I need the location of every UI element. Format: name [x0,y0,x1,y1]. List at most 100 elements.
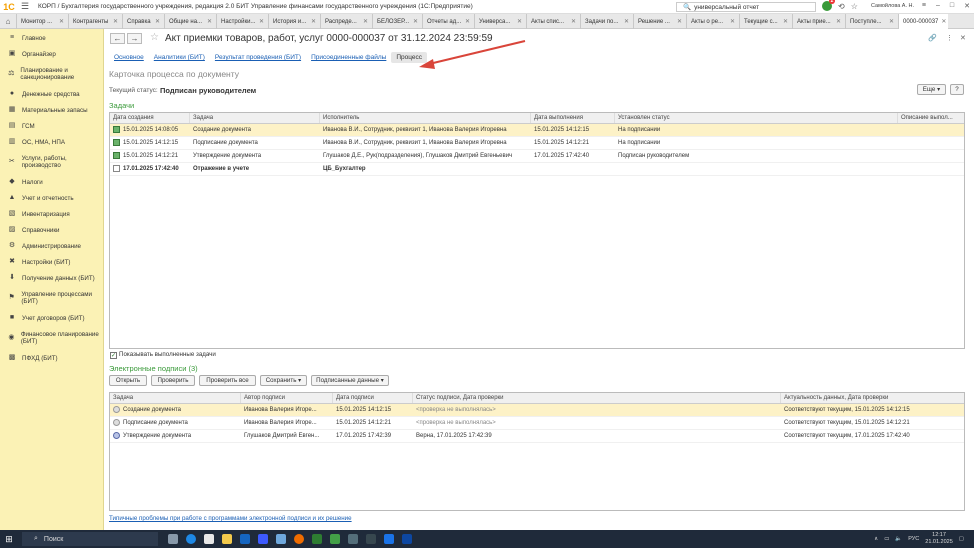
network-icon[interactable]: ▭ [884,536,889,542]
home-icon[interactable]: ⌂ [0,14,16,29]
close-icon[interactable]: ✕ [964,2,970,10]
back-button[interactable]: ← [110,33,125,44]
tab-close-icon[interactable]: ✕ [152,18,160,25]
tab[interactable]: Поступле... ✕ [845,14,898,29]
table-row[interactable]: 17.01.2025 17:42:40 Отражение в учете ЦБ… [110,163,964,176]
tab-close-icon[interactable]: ✕ [360,18,368,25]
history-icon[interactable]: ⟲ [838,2,845,11]
excel-icon[interactable] [312,534,322,544]
sidebar-item-admin[interactable]: ⚙ Администрирование [0,238,103,254]
tab[interactable]: История и... ✕ [268,14,320,29]
signatures-table[interactable]: Задача Автор подписи Дата подписи Статус… [109,392,965,511]
column-header[interactable]: Описание выпол... [898,113,964,123]
more-button[interactable]: Еще ▾ [917,84,946,95]
tab-active[interactable]: 0000-000037 ✕ [898,14,948,29]
notification-center-icon[interactable]: ▢ [959,536,964,542]
column-header[interactable]: Автор подписи [241,393,333,403]
table-row[interactable]: 15.01.2025 14:12:15 Подписание документа… [110,137,964,150]
sidebar-item-fuel[interactable]: ▤ ГСМ [0,118,103,134]
sidebar-item-process[interactable]: ⚑ Управление процессами (БИТ) [0,286,103,310]
tab[interactable]: Настройки... ✕ [216,14,268,29]
notifications-icon[interactable]: 2 [822,0,835,11]
1c-app-icon[interactable] [294,534,304,544]
save-button[interactable]: Сохранить ▾ [260,375,307,386]
tab-close-icon[interactable]: ✕ [727,18,735,25]
tab-close-icon[interactable]: ✕ [514,18,522,25]
tab[interactable]: Акты прие... ✕ [792,14,845,29]
sidebar-item-data-import[interactable]: ⬇ Получение данных (БИТ) [0,270,103,286]
user-name[interactable]: Самойлова А. Н. [871,3,914,9]
calculator-icon[interactable] [366,534,376,544]
tab-close-icon[interactable]: ✕ [674,18,682,25]
signed-data-button[interactable]: Подписанные данные ▾ [311,375,389,386]
sidebar-item-main[interactable]: ≡ Главное [0,30,103,46]
volume-icon[interactable]: 🔈 [895,536,902,542]
tab-close-icon[interactable]: ✕ [568,18,576,25]
tab[interactable]: Акты спис... ✕ [526,14,580,29]
help-button[interactable]: ? [950,84,964,95]
tab-close-icon[interactable]: ✕ [56,18,64,25]
windows-start-icon[interactable]: ⊞ [0,534,18,545]
edge-icon[interactable] [186,534,196,544]
sidebar-item-money[interactable]: ● Денежные средства [0,86,103,102]
app-gray-icon[interactable] [348,534,358,544]
tab[interactable]: Контрагенты ✕ [68,14,122,29]
global-search-input[interactable]: 🔍 универсальный отчет [676,2,816,12]
favorites-icon[interactable]: ☆ [851,2,858,11]
column-header[interactable]: Дата создания [110,113,190,123]
tab-close-icon[interactable]: ✕ [410,18,418,25]
close-form-icon[interactable]: ✕ [960,34,966,42]
tab[interactable]: Справка ✕ [122,14,164,29]
sidebar-item-assets[interactable]: ▥ ОС, НМА, НПА [0,134,103,150]
tab-main[interactable]: Основное [109,52,149,63]
tab-close-icon[interactable]: ✕ [780,18,788,25]
table-row[interactable]: Создание документа Иванова Валерия Игоре… [110,404,964,417]
explorer-icon[interactable] [222,534,232,544]
table-row[interactable]: 15.01.2025 14:08:05 Создание документа И… [110,124,964,137]
tab[interactable]: Распреде... ✕ [320,14,372,29]
sidebar-item-settings-bit[interactable]: ✖ Настройки (БИТ) [0,254,103,270]
sidebar-item-inventory[interactable]: ▧ Инвентаризация [0,206,103,222]
sidebar-item-planning[interactable]: ⚖ Планирование и санкционирование [0,62,103,86]
more-vertical-icon[interactable]: ⋮ [946,34,953,42]
tab-close-icon[interactable]: ✕ [833,18,841,25]
sidebar-item-services[interactable]: ✂ Услуги, работы, производство [0,150,103,174]
tab[interactable]: Универса... ✕ [474,14,526,29]
settings-menu-icon[interactable]: ≡ [922,2,926,10]
tab[interactable]: БЕЛОЗЕР... ✕ [372,14,422,29]
minimize-icon[interactable]: – [936,2,940,10]
tab-analytics[interactable]: Аналитики (БИТ) [149,52,210,63]
tab-close-icon[interactable]: ✕ [886,18,894,25]
link-icon[interactable]: 🔗 [928,34,937,42]
signature-troubleshooting-link[interactable]: Типичные проблемы при работе с программа… [109,515,352,522]
sidebar-item-contracts[interactable]: ■ Учет договоров (БИТ) [0,310,103,326]
word-icon[interactable] [384,534,394,544]
app-green-icon[interactable] [330,534,340,544]
table-row[interactable]: 15.01.2025 14:12:21 Утверждение документ… [110,150,964,163]
tab-attached-files[interactable]: Присоединенные файлы [306,52,391,63]
column-header[interactable]: Задача [190,113,320,123]
task-view-icon[interactable] [168,534,178,544]
tab[interactable]: Монитор ... ✕ [16,14,68,29]
teams-icon[interactable] [276,534,286,544]
yandex-icon[interactable] [258,534,268,544]
sidebar-item-pfhd[interactable]: ▩ ПФХД (БИТ) [0,350,103,366]
verify-button[interactable]: Проверить [151,375,195,386]
tab[interactable]: Решение ... ✕ [633,14,686,29]
forward-button[interactable]: → [127,33,142,44]
tab-close-icon[interactable]: ✕ [462,18,470,25]
tab-posting-result[interactable]: Результат проведения (БИТ) [210,52,306,63]
mail-icon[interactable] [240,534,250,544]
sidebar-item-reference[interactable]: ▨ Справочники [0,222,103,238]
menu-icon[interactable]: ☰ [18,1,32,12]
column-header[interactable]: Исполнитель [320,113,531,123]
sidebar-item-organizer[interactable]: ▣ Органайзер [0,46,103,62]
column-header[interactable]: Статус подписи, Дата проверки [413,393,781,403]
tray-arrow-icon[interactable]: ∧ [874,536,878,542]
clock[interactable]: 12:17 21.01.2025 [925,532,953,546]
favorite-star-icon[interactable]: ☆ [150,32,159,43]
tasks-table[interactable]: Дата создания Задача Исполнитель Дата вы… [109,112,965,349]
tab[interactable]: Общие на... ✕ [164,14,216,29]
sidebar-item-materials[interactable]: ▦ Материальные запасы [0,102,103,118]
tab-close-icon[interactable]: ✕ [204,18,212,25]
